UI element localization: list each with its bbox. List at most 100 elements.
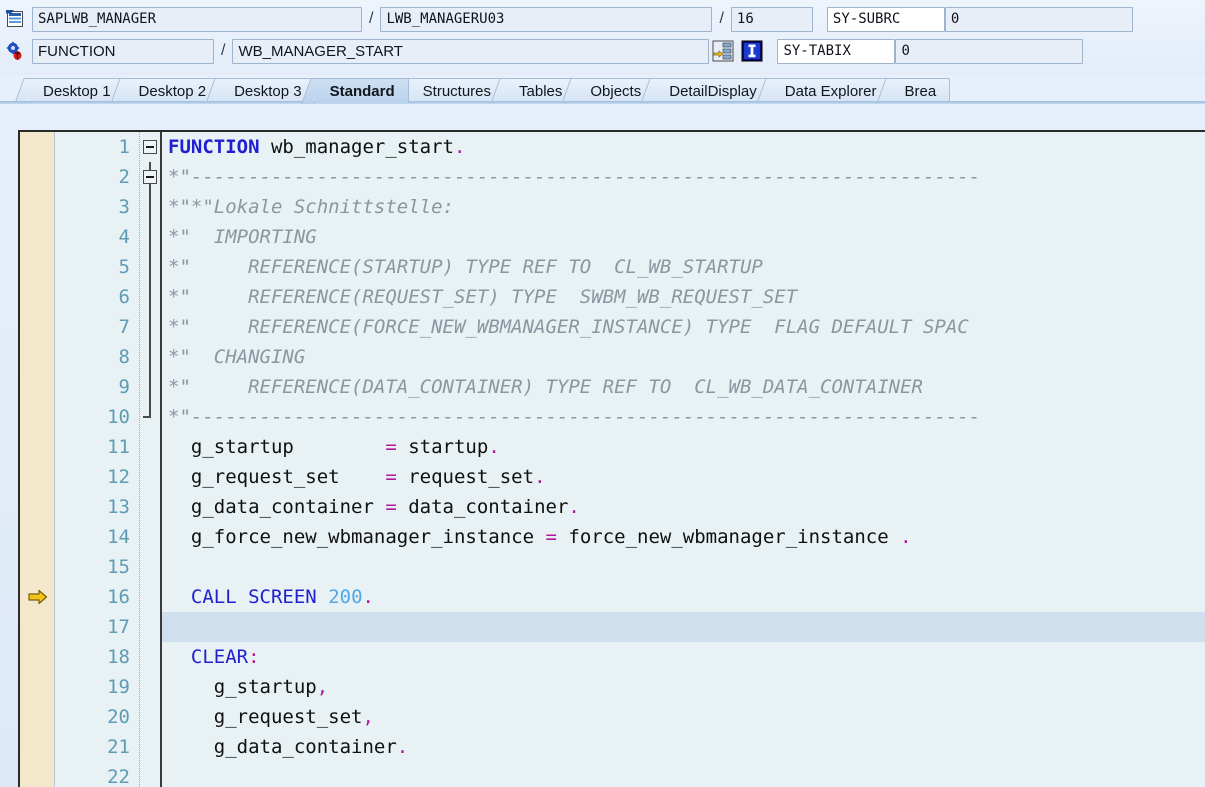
tab-structures[interactable]: Structures [407,78,506,103]
breakpoint-cell[interactable] [20,612,54,642]
code-line[interactable]: *" REFERENCE(STARTUP) TYPE REF TO CL_WB_… [162,252,1205,282]
include-name-field[interactable]: LWB_MANAGERU03 [380,6,713,32]
program-name-field[interactable]: SAPLWB_MANAGER [32,6,362,32]
breakpoint-cell[interactable] [20,492,54,522]
debugger-bug-icon[interactable] [4,40,26,62]
breakpoint-cell[interactable] [20,462,54,492]
breakpoint-cell[interactable] [20,372,54,402]
fold-cell[interactable] [140,732,160,762]
fold-cell[interactable] [140,612,160,642]
breakpoint-cell[interactable] [20,162,54,192]
breakpoint-cell[interactable] [20,702,54,732]
tab-detaildisplay[interactable]: DetailDisplay [654,78,771,103]
code-line[interactable]: g_data_container = data_container. [162,492,1205,522]
fold-cell[interactable] [140,372,160,402]
code-line[interactable]: g_data_container. [162,732,1205,762]
tab-desktop-3[interactable]: Desktop 3 [219,78,316,103]
fold-cell[interactable] [140,342,160,372]
code-line[interactable]: CALL SCREEN 200. [162,582,1205,612]
code-text-area[interactable]: FUNCTION wb_manager_start. *"------------… [162,132,1205,787]
code-line[interactable] [162,552,1205,582]
breakpoint-cell[interactable] [20,192,54,222]
fold-cell[interactable] [140,312,160,342]
code-line[interactable]: *"--------------------------------------… [162,162,1205,192]
fold-cell[interactable] [140,672,160,702]
code-line[interactable]: *"*"Lokale Schnittstelle: [162,192,1205,222]
code-line[interactable]: g_force_new_wbmanager_instance = force_n… [162,522,1205,552]
fold-cell[interactable] [140,132,160,162]
breakpoint-cell[interactable] [20,222,54,252]
fold-cell[interactable] [140,252,160,282]
sy-subrc-label[interactable]: SY-SUBRC [826,6,945,32]
code-line[interactable]: *" REFERENCE(DATA_CONTAINER) TYPE REF TO… [162,372,1205,402]
tab-desktop-2[interactable]: Desktop 2 [123,78,221,103]
breakpoint-cell[interactable] [20,732,54,762]
tab-label: Desktop 1 [43,83,111,100]
tab-label: Brea [904,83,937,100]
fold-collapse-icon[interactable] [143,170,157,184]
fold-cell[interactable] [140,642,160,672]
fold-guide-line [149,192,151,222]
breakpoint-cell[interactable] [20,762,54,787]
fold-cell[interactable] [140,402,160,432]
code-line[interactable]: *" IMPORTING [162,222,1205,252]
fold-cell[interactable] [140,702,160,732]
fold-cell[interactable] [140,192,160,222]
fold-cell[interactable] [140,162,160,192]
breakpoint-cell[interactable] [20,402,54,432]
fold-cell[interactable] [140,222,160,252]
code-line[interactable]: g_request_set, [162,702,1205,732]
tab-data-explorer[interactable]: Data Explorer [769,78,891,103]
code-token: startup [396,436,489,458]
breakpoint-cell[interactable] [20,642,54,672]
breakpoint-cell[interactable] [20,582,54,612]
code-line[interactable]: *" CHANGING [162,342,1205,372]
code-line[interactable]: *" REFERENCE(FORCE_NEW_WBMANAGER_INSTANC… [162,312,1205,342]
breakpoint-cell[interactable] [20,132,54,162]
fold-cell[interactable] [140,762,160,787]
code-folding-gutter[interactable] [140,132,162,787]
sy-subrc-value[interactable]: 0 [944,6,1133,32]
breakpoint-cell[interactable] [20,432,54,462]
fold-cell[interactable] [140,432,160,462]
code-line[interactable]: FUNCTION wb_manager_start. [162,132,1205,162]
tab-brea[interactable]: Brea [889,78,951,103]
event-type-field[interactable]: FUNCTION [32,38,214,64]
breakpoint-cell[interactable] [20,552,54,582]
event-name-field[interactable]: WB_MANAGER_START [232,38,710,64]
sy-tabix-label[interactable]: SY-TABIX [777,38,896,64]
tab-desktop-1[interactable]: Desktop 1 [28,78,125,103]
breakpoint-cell[interactable] [20,522,54,552]
code-token: , [362,706,374,728]
breakpoint-gutter[interactable] [20,132,55,787]
program-icon[interactable] [4,8,26,30]
goto-stack-icon[interactable] [711,40,734,63]
tab-standard[interactable]: Standard [314,78,409,103]
code-line[interactable]: CLEAR: [162,642,1205,672]
source-code-viewer[interactable]: 1 2 3 4 5 6 7 8 9 10 11 12 13 14 15 16 17 18 19 20 21 22 FUNC… [18,130,1205,787]
code-line[interactable]: g_startup = startup. [162,432,1205,462]
breakpoint-cell[interactable] [20,312,54,342]
fold-cell[interactable] [140,552,160,582]
fold-cell[interactable] [140,282,160,312]
fold-cell[interactable] [140,582,160,612]
breakpoint-cell[interactable] [20,342,54,372]
breakpoint-cell[interactable] [20,282,54,312]
code-token: *" REFERENCE(STARTUP) TYPE REF TO CL_WB_… [168,256,763,278]
information-icon[interactable] [740,40,763,63]
fold-cell[interactable] [140,492,160,522]
code-line[interactable]: *"--------------------------------------… [162,402,1205,432]
fold-cell[interactable] [140,522,160,552]
sy-tabix-value[interactable]: 0 [895,38,1084,64]
fold-collapse-icon[interactable] [143,140,157,154]
code-line[interactable]: g_request_set = request_set. [162,462,1205,492]
code-line[interactable]: *" REFERENCE(REQUEST_SET) TYPE SWBM_WB_R… [162,282,1205,312]
fold-cell[interactable] [140,462,160,492]
breakpoint-cell[interactable] [20,672,54,702]
code-line[interactable] [162,762,1205,787]
code-line[interactable]: g_startup, [162,672,1205,702]
code-line[interactable] [162,612,1205,642]
breakpoint-cell[interactable] [20,252,54,282]
code-token: g_startup [168,436,386,458]
current-line-field[interactable]: 16 [730,6,813,32]
